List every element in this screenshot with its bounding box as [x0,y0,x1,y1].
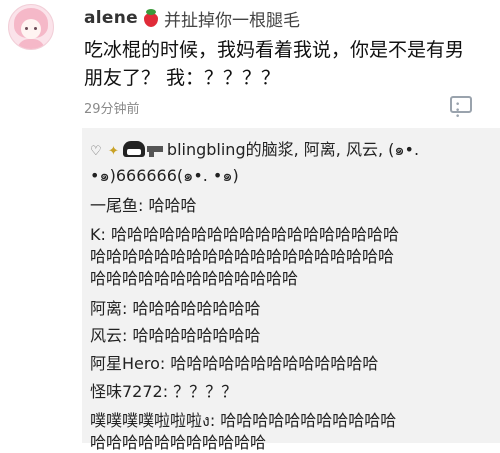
like-header: ♡ ✦ blingbling的脑浆, 阿离, 风云, (๑•. [90,136,419,163]
avatar-eye [34,27,37,30]
gun-icon [146,146,163,157]
avatar[interactable] [8,4,54,50]
sparkle-icon: ✦ [108,144,119,159]
user-signature: 并扯掉你一根腿毛 [163,10,300,31]
username[interactable]: alene [84,8,138,28]
reply-item[interactable]: 怪味7272: ？？？？ [90,378,237,402]
reply-item-continued: 哈哈哈哈哈哈哈哈哈哈哈哈哈哈哈哈哈哈哈 [90,247,395,266]
heart-icon[interactable]: ♡ [90,144,102,159]
character-icon [122,141,145,157]
replies-panel: ♡ ✦ blingbling的脑浆, 阿离, 风云, (๑•. •๑)666666(… [82,128,500,452]
likers-line: •๑)666666(๑•. •๑) [90,166,239,185]
comment-header: alene 并扯掉你一根腿毛 [84,6,300,31]
likers-line: blingbling的脑浆, 阿离, 风云, (๑•. [166,140,420,159]
avatar-body [17,39,45,49]
reply-item-continued: 哈哈哈哈哈哈哈哈哈哈哈哈哈 [90,269,299,288]
comment-text-line: 吃冰棍的时候，我妈看着我说，你是不是有男 [84,39,465,61]
comment-body: 吃冰棍的时候，我妈看着我说，你是不是有男 朋友了？ 我：？？？？ [84,36,484,92]
strawberry-icon [143,9,159,27]
reply-item[interactable]: K: 哈哈哈哈哈哈哈哈哈哈哈哈哈哈哈哈哈哈 [90,221,399,245]
reply-item[interactable]: 阿离: 哈哈哈哈哈哈哈哈 [90,295,260,319]
avatar-eye [25,27,28,30]
timestamp: 29分钟前 [84,102,140,117]
reply-item[interactable]: 风云: 哈哈哈哈哈哈哈哈 [90,322,260,346]
reply-item[interactable]: 一尾鱼: 哈哈哈 [90,192,196,216]
comment-text-line: 朋友了？ 我：？？？？ [84,67,281,89]
comment-reply-icon[interactable]: • • • [450,96,472,122]
reply-item-continued: 哈哈哈哈哈哈哈哈哈哈哈 [90,433,267,452]
avatar-face [21,19,41,39]
reply-item[interactable]: 阿星Hero: 哈哈哈哈哈哈哈哈哈哈哈哈哈 [90,350,378,374]
